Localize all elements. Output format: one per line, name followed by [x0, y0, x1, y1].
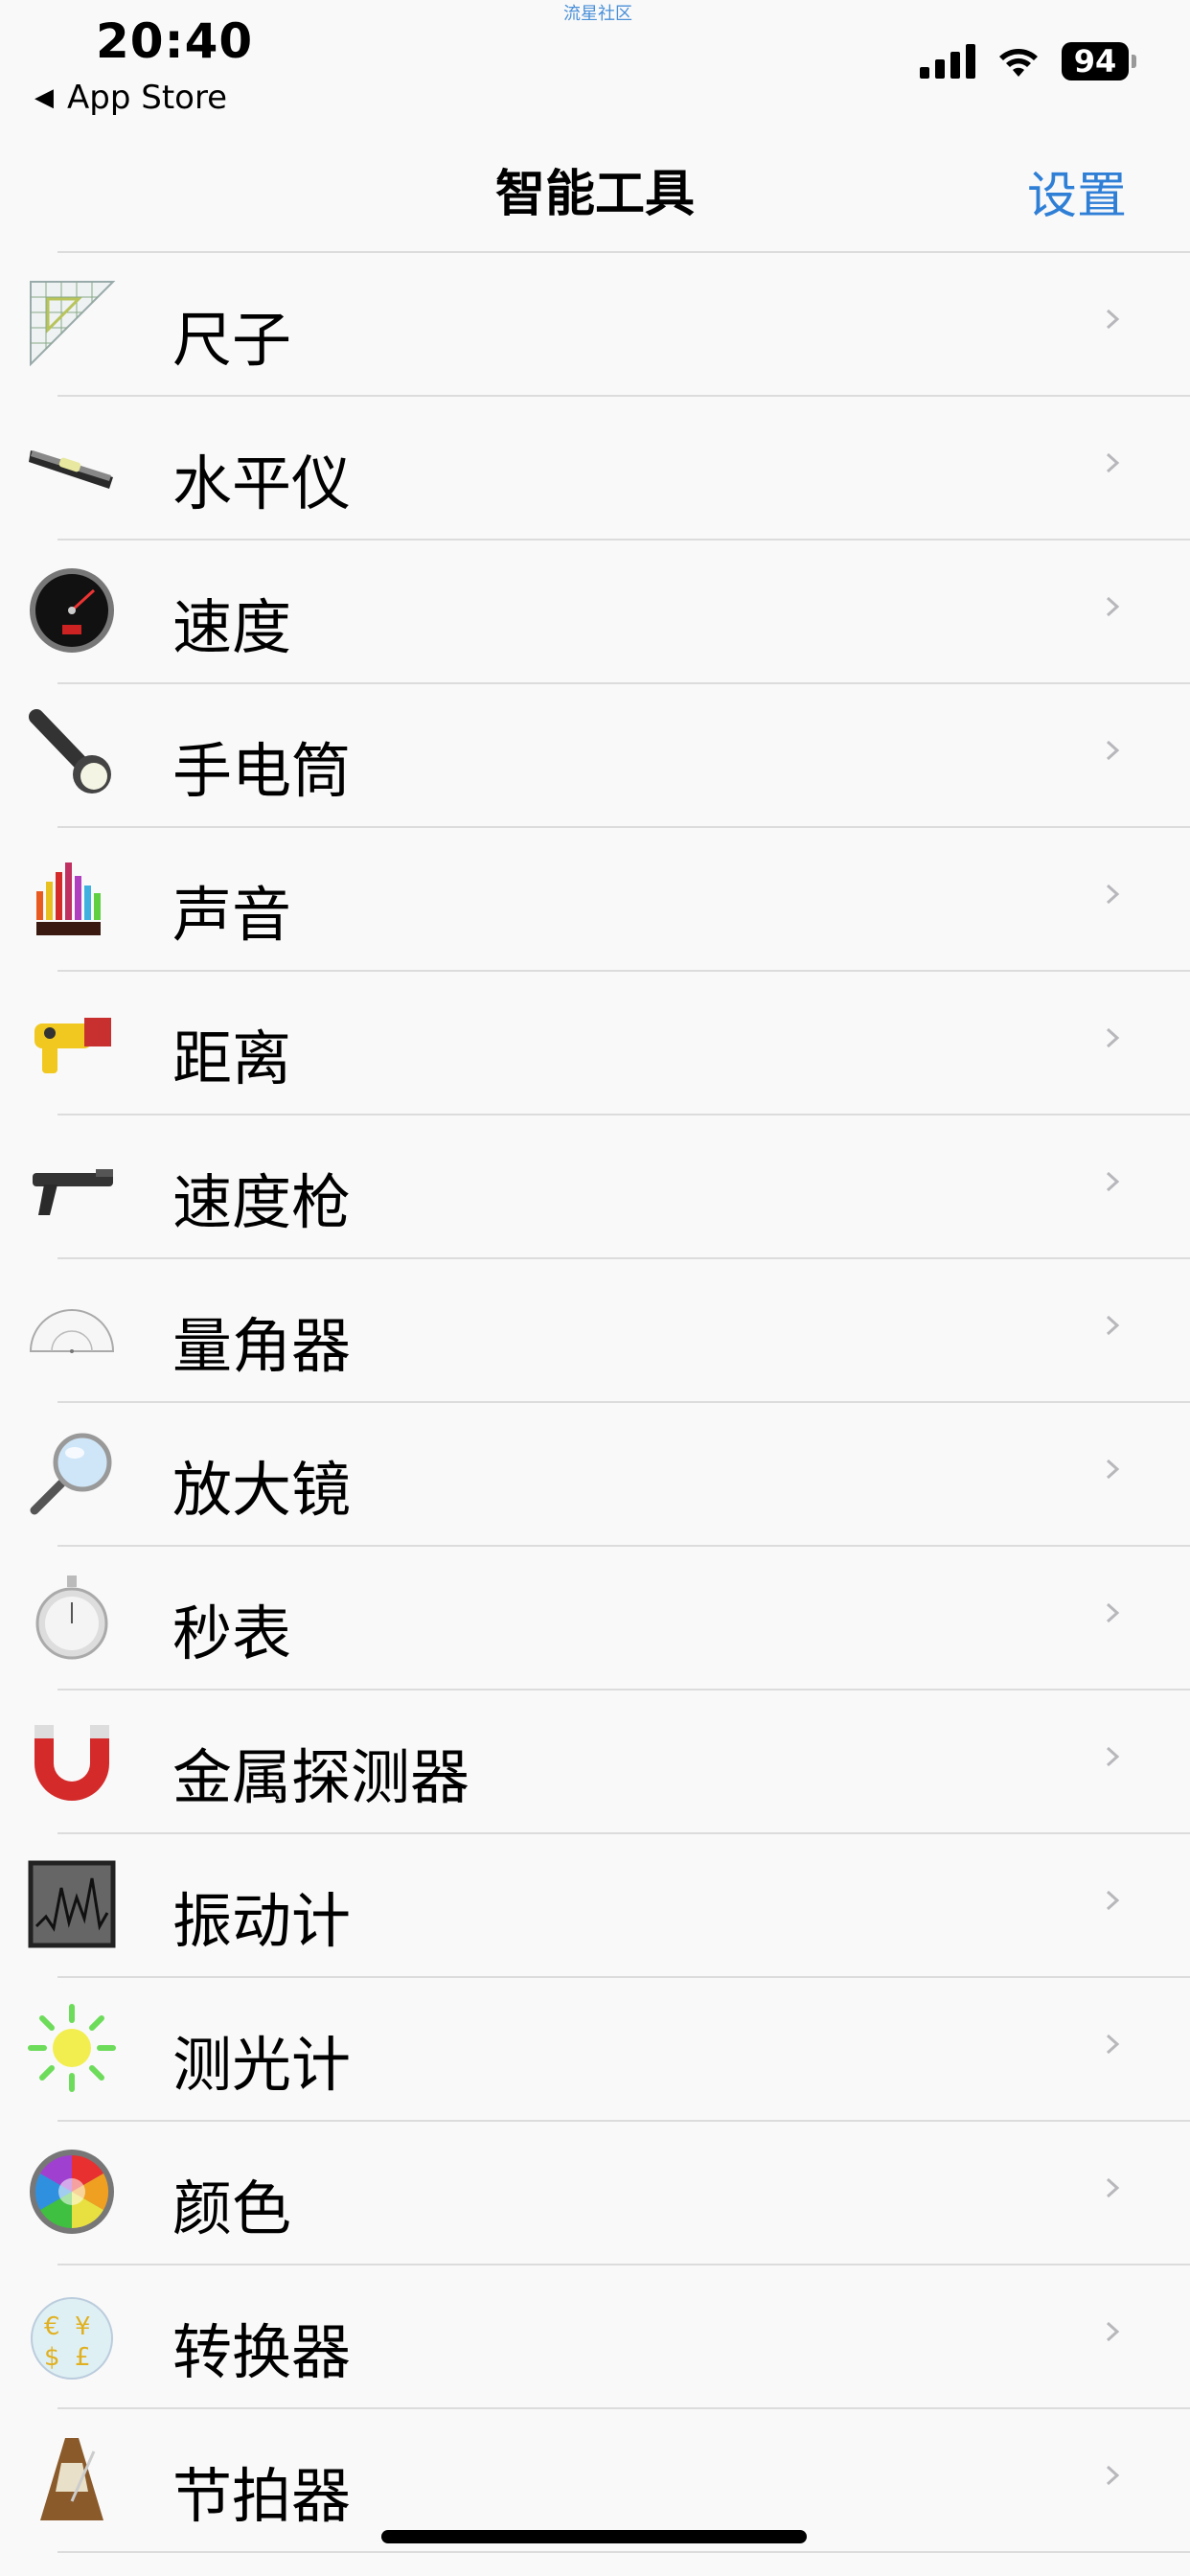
ruler-icon — [27, 278, 117, 368]
protractor-icon — [27, 1284, 117, 1374]
chevron-right-icon — [1106, 452, 1120, 473]
list-item[interactable]: 手电筒 — [29, 684, 1190, 828]
back-to-app-store[interactable]: ◀ App Store — [34, 79, 227, 117]
list-item[interactable]: 秒表 — [35, 1547, 1190, 1690]
chevron-right-icon — [1106, 884, 1120, 905]
speedometer-icon — [27, 565, 117, 656]
list-item[interactable]: € ¥ $ £ 转换器 — [31, 2266, 1190, 2409]
list-item[interactable]: 声音 — [36, 828, 1190, 972]
list-item[interactable]: 水平仪 — [29, 397, 1190, 540]
list-item[interactable]: 金属探测器 — [34, 1690, 1190, 1834]
svg-text:$: $ — [44, 2343, 60, 2372]
list-item[interactable]: 测光计 — [28, 1978, 1190, 2122]
chevron-right-icon — [1106, 1171, 1120, 1192]
list-item[interactable]: 振动计 — [28, 1834, 1190, 1978]
list-item-label: 放大镜 — [172, 1455, 352, 1525]
chevron-right-icon — [1106, 1027, 1120, 1048]
list-item[interactable]: 尺子 — [30, 253, 1190, 397]
color-wheel-icon — [27, 2147, 117, 2237]
list-item-label: 速度 — [172, 592, 292, 662]
speed-gun-icon — [27, 1140, 117, 1230]
wifi-icon — [999, 49, 1038, 77]
page-title: 智能工具 — [494, 166, 695, 223]
svg-text:€: € — [44, 2312, 60, 2341]
list-item-label: 节拍器 — [172, 2461, 352, 2531]
magnifier-icon — [27, 1428, 117, 1518]
cellular-signal-icon — [920, 44, 975, 79]
chevron-right-icon — [1106, 1602, 1120, 1623]
list-item[interactable]: 速度枪 — [33, 1116, 1190, 1259]
spirit-level-icon — [27, 422, 117, 512]
chevron-right-icon — [1106, 1315, 1120, 1336]
chevron-right-icon — [1106, 2321, 1120, 2342]
list-item-label: 秒表 — [172, 1598, 292, 1668]
list-item[interactable]: 距离 — [34, 972, 1190, 1116]
list-item-label: 量角器 — [172, 1311, 352, 1381]
currency-converter-icon: € ¥ $ £ — [27, 2290, 117, 2380]
settings-button[interactable]: 设置 — [1027, 155, 1127, 227]
list-item-label: 颜色 — [172, 2174, 292, 2243]
chevron-right-icon — [1106, 2177, 1120, 2198]
distance-gun-icon — [27, 997, 117, 1087]
svg-text:£: £ — [75, 2343, 91, 2372]
back-arrow-icon: ◀ — [34, 83, 54, 112]
chevron-right-icon — [1106, 1746, 1120, 1767]
list-item-label: 金属探测器 — [172, 1742, 470, 1812]
chevron-right-icon — [1106, 2034, 1120, 2055]
metronome-icon — [27, 2434, 117, 2524]
list-item-label: 距离 — [172, 1024, 292, 1093]
list-item-label: 水平仪 — [172, 448, 352, 518]
list-item-label: 尺子 — [172, 305, 292, 375]
light-meter-icon — [27, 2003, 117, 2093]
seismometer-icon — [27, 1859, 117, 1949]
chevron-right-icon — [1106, 309, 1120, 330]
list-item-label: 振动计 — [172, 1886, 352, 1956]
sound-meter-icon — [27, 853, 117, 943]
status-indicators: 94 — [920, 42, 1136, 80]
status-time: 20:40 — [96, 13, 254, 69]
chevron-right-icon — [1106, 740, 1120, 761]
chevron-right-icon — [1106, 1459, 1120, 1480]
battery-level: 94 — [1073, 43, 1117, 80]
tools-list: 尺子 水平仪 速度 手电筒 声音 距离 速度枪 量角器 放大镜 秒表 金属探测器… — [0, 253, 1190, 2553]
list-item-label: 转换器 — [172, 2317, 352, 2387]
list-item-label: 速度枪 — [172, 1167, 352, 1237]
watermark-text: 流星社区 — [563, 4, 632, 24]
list-item[interactable]: 量角器 — [29, 1259, 1190, 1403]
list-item[interactable]: 放大镜 — [30, 1403, 1190, 1547]
svg-text:¥: ¥ — [75, 2312, 91, 2341]
chevron-right-icon — [1106, 596, 1120, 617]
chevron-right-icon — [1106, 1890, 1120, 1911]
list-item[interactable]: 颜色 — [30, 2122, 1190, 2266]
back-label: App Store — [67, 79, 228, 117]
flashlight-icon — [27, 709, 117, 799]
list-item-label: 声音 — [172, 880, 292, 950]
chevron-right-icon — [1106, 2465, 1120, 2486]
list-item-label: 手电筒 — [172, 736, 352, 806]
magnet-icon — [27, 1715, 117, 1806]
stopwatch-icon — [27, 1572, 117, 1662]
home-indicator[interactable] — [381, 2530, 807, 2543]
list-item-label: 测光计 — [172, 2030, 352, 2100]
list-item[interactable]: 速度 — [30, 540, 1190, 684]
battery-icon: 94 — [1062, 42, 1136, 80]
